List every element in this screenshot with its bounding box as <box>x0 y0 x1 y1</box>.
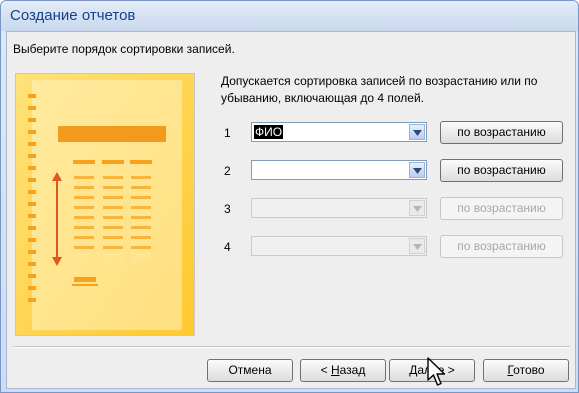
sort-row-4-number: 4 <box>224 240 231 254</box>
mouse-cursor-icon <box>427 357 446 386</box>
back-button-hotkey: Н <box>330 363 340 377</box>
footer-divider <box>13 346 570 348</box>
report-preview-image <box>15 73 195 336</box>
sort-description: Допускается сортировка записей по возрас… <box>221 74 538 105</box>
sort-row-2-number: 2 <box>224 164 231 178</box>
dialog-body: Выберите порядок сортировки записей. Доп… <box>6 31 576 389</box>
back-button-rest: азад <box>339 363 366 377</box>
cancel-button[interactable]: Отмена <box>207 359 293 382</box>
sort-field-3-combo[interactable] <box>251 198 427 218</box>
instruction-text: Выберите порядок сортировки записей. <box>13 42 235 56</box>
sort-field-4-combo[interactable] <box>251 236 427 256</box>
dropdown-arrow-icon[interactable] <box>409 162 425 178</box>
sort-order-1-button[interactable]: по возрастанию <box>440 121 563 144</box>
finish-button-rest: отово <box>513 363 545 377</box>
sort-order-2-button[interactable]: по возрастанию <box>440 159 563 182</box>
sort-order-3-button[interactable]: по возрастанию <box>440 197 563 220</box>
sort-field-1-combo[interactable]: ФИО <box>251 122 427 142</box>
report-wizard-dialog: Создание отчетов Выберите порядок сортир… <box>0 0 579 393</box>
sort-row-1-number: 1 <box>224 126 231 140</box>
sort-order-4-button[interactable]: по возрастанию <box>440 235 563 258</box>
window-title: Создание отчетов <box>10 7 136 24</box>
sort-field-1-value: ФИО <box>254 125 284 139</box>
report-layout-illustration <box>16 74 194 335</box>
back-button[interactable]: < Назад <box>300 359 386 382</box>
finish-button[interactable]: Готово <box>483 359 569 382</box>
dropdown-arrow-icon[interactable] <box>409 124 425 140</box>
sort-field-2-combo[interactable] <box>251 160 427 180</box>
sort-row-3-number: 3 <box>224 202 231 216</box>
dropdown-arrow-icon[interactable] <box>409 238 425 254</box>
title-bar[interactable]: Создание отчетов <box>1 1 578 31</box>
back-button-prefix: < <box>320 363 331 377</box>
dropdown-arrow-icon[interactable] <box>409 200 425 216</box>
